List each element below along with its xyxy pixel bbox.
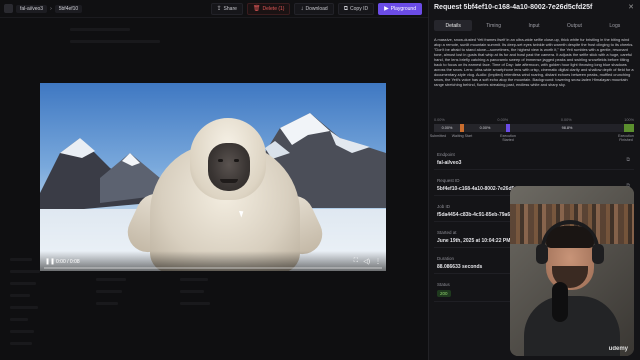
background-row (10, 342, 32, 345)
share-label: Share (223, 6, 237, 12)
tab-logs[interactable]: Logs (596, 20, 634, 31)
timeline-top-labels: 0.00% 0.00% 0.00% 100% (434, 118, 634, 123)
tab-timing[interactable]: Timing (474, 20, 512, 31)
timeline-segment-submitted: 0.00% (434, 124, 460, 132)
background-row (96, 302, 118, 305)
udemy-watermark: udemy (608, 346, 628, 352)
tab-input[interactable]: Input (515, 20, 553, 31)
endpoint-field: Endpoint fal-ai/veo3 ⧉ (434, 150, 634, 170)
stage-label: Execution Finished (618, 134, 634, 143)
share-icon: ⇪ (216, 6, 222, 12)
video-controls: ❚❚ 0:00 / 0:08 ⛶ ◁) ⋮ (40, 251, 386, 271)
field-label: Status (437, 282, 450, 287)
background-row (10, 270, 40, 273)
background-row (70, 28, 130, 31)
breadcrumb-request[interactable]: 5bf4ef10 (54, 4, 83, 13)
main-pane: fal-ai/veo3 › 5bf4ef10 ⇪ Share 🗑 Delete … (0, 0, 428, 360)
stage-label: Execution Started (500, 134, 516, 143)
timeline-top-label: 0.00% (560, 118, 572, 122)
trash-icon: 🗑 (252, 6, 261, 12)
background-row (96, 278, 126, 281)
delete-label: Delete (1) (262, 6, 285, 12)
app-window: fal-ai/veo3 › 5bf4ef10 ⇪ Share 🗑 Delete … (0, 0, 640, 360)
breadcrumb-separator: › (50, 5, 52, 12)
field-value[interactable]: fal-ai/veo3 (437, 160, 461, 166)
status-badge: 200 (437, 290, 451, 297)
breadcrumb-endpoint[interactable]: fal-ai/veo3 (16, 4, 48, 13)
copy-id-button[interactable]: ⧉ Copy ID (337, 3, 375, 15)
timeline-bar: 0.00% 0.00% 98.8% (434, 124, 634, 132)
presenter-webcam: udemy (510, 186, 634, 356)
download-label: Download (305, 6, 328, 12)
field-label: Request ID (437, 178, 460, 183)
copy-icon[interactable]: ⧉ (626, 157, 630, 163)
timing-timeline: 0.00% 0.00% 0.00% 100% 0.00% 0.00% 98.8%… (430, 118, 634, 150)
tab-details[interactable]: Details (434, 20, 473, 31)
timeline-top-label: 0.00% (434, 118, 445, 122)
yeti-face (208, 143, 250, 191)
background-row (180, 290, 204, 293)
yeti-eye-left (218, 159, 223, 162)
timeline-marker-finished (624, 124, 634, 132)
earcup-left (536, 244, 548, 264)
delete-button[interactable]: 🗑 Delete (1) (246, 3, 291, 15)
presenter-shirt (524, 296, 620, 356)
background-row (10, 318, 28, 321)
background-row (10, 330, 34, 333)
app-logo-icon[interactable] (4, 4, 13, 13)
timeline-top-label: 100% (624, 118, 634, 122)
prompt-text: A massive, snow-dusted Yeti frames itsel… (434, 37, 634, 88)
volume-icon[interactable]: ◁) (363, 258, 370, 265)
pause-icon[interactable]: ❚❚ (45, 258, 55, 265)
download-button[interactable]: ↓ Download (294, 3, 334, 15)
breadcrumb: fal-ai/veo3 › 5bf4ef10 (4, 4, 83, 13)
playground-button[interactable]: ▶ Playground (378, 3, 422, 15)
background-row (180, 302, 210, 305)
top-toolbar: fal-ai/veo3 › 5bf4ef10 ⇪ Share 🗑 Delete … (0, 0, 428, 18)
timeline-segment-execution: 98.8% (510, 124, 624, 132)
background-row (10, 258, 32, 261)
field-label: Duration (437, 256, 455, 261)
toolbar-actions: ⇪ Share 🗑 Delete (1) ↓ Download ⧉ Copy I… (210, 3, 422, 15)
playground-label: Playground (390, 6, 416, 12)
details-tabs: Details Timing Input Output Logs (434, 20, 634, 31)
yeti-eye-right (234, 159, 239, 162)
play-icon: ▶ (384, 6, 389, 12)
field-value: 88.086633 seconds (437, 264, 483, 270)
background-row (96, 290, 122, 293)
copy-id-label: Copy ID (350, 6, 369, 12)
background-row (10, 306, 38, 309)
video-time: 0:00 / 0:08 (56, 259, 80, 265)
background-row (70, 40, 160, 43)
close-icon[interactable]: ✕ (628, 3, 634, 11)
timeline-segment-waiting: 0.00% (464, 124, 506, 132)
share-button[interactable]: ⇪ Share (210, 3, 243, 15)
background-row (10, 282, 36, 285)
video-player[interactable]: ❚❚ 0:00 / 0:08 ⛶ ◁) ⋮ (40, 83, 386, 271)
yeti-mouth (220, 179, 238, 183)
field-label: Started at (437, 230, 457, 235)
microphone-icon (552, 282, 568, 322)
stage-label: Submitted (429, 134, 447, 138)
field-label: Endpoint (437, 152, 455, 157)
field-label: Job ID (437, 204, 451, 209)
background-row (180, 278, 208, 281)
video-progress-bar[interactable] (44, 267, 382, 269)
fullscreen-icon[interactable]: ⛶ (354, 258, 358, 265)
earcup-right (592, 244, 604, 264)
presenter-hair (546, 226, 594, 248)
timeline-top-label: 0.00% (497, 118, 509, 122)
background-row (10, 294, 30, 297)
download-icon: ↓ (300, 6, 304, 12)
copy-icon: ⧉ (343, 6, 349, 12)
stage-label: Waiting Start (451, 134, 473, 138)
more-options-icon[interactable]: ⋮ (375, 258, 381, 265)
tab-output[interactable]: Output (555, 20, 593, 31)
request-title: Request 5bf4ef10-c168-4a10-8002-7e26d5cf… (434, 4, 593, 11)
